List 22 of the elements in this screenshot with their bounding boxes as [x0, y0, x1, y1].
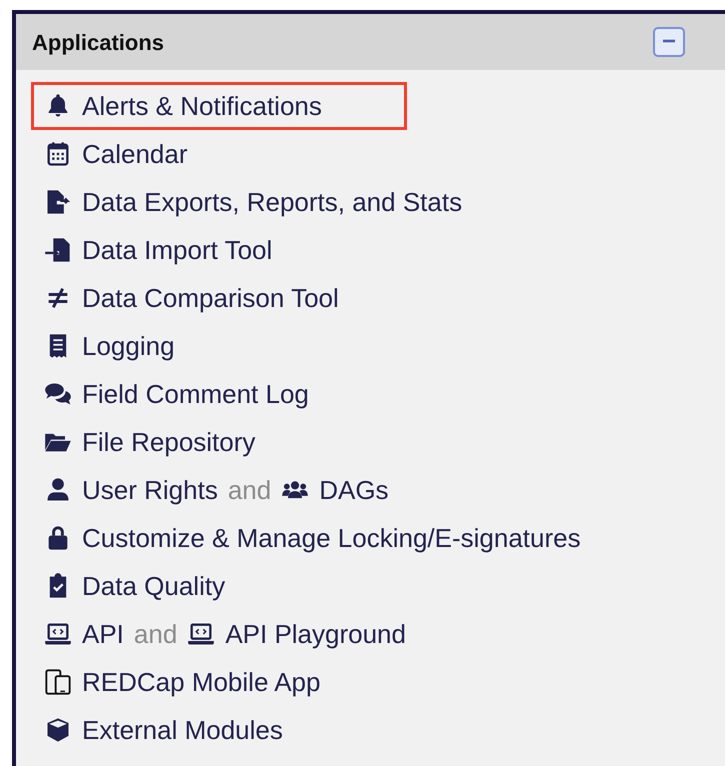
- application-link[interactable]: Logging: [82, 326, 175, 366]
- application-link[interactable]: External Modules: [82, 710, 283, 750]
- devices-icon: [44, 668, 72, 696]
- application-link[interactable]: File Repository: [82, 422, 256, 462]
- application-link[interactable]: User Rights: [82, 470, 218, 510]
- application-link[interactable]: Data Exports, Reports, and Stats: [82, 182, 462, 222]
- conjunction-text: and: [228, 474, 272, 506]
- application-link[interactable]: API Playground: [225, 614, 406, 654]
- application-link[interactable]: API: [82, 614, 124, 654]
- file-import-icon: [44, 236, 72, 264]
- application-link[interactable]: REDCap Mobile App: [82, 662, 320, 702]
- application-link[interactable]: Customize & Manage Locking/E-signatures: [82, 518, 581, 558]
- application-link[interactable]: DAGs: [319, 470, 389, 510]
- application-link[interactable]: Alerts & Notifications: [82, 86, 322, 126]
- conjunction-text: and: [134, 618, 178, 650]
- application-link[interactable]: Calendar: [82, 134, 188, 174]
- panel-title: Applications: [32, 28, 164, 57]
- collapse-button[interactable]: −: [653, 27, 685, 57]
- application-link[interactable]: Data Quality: [82, 566, 226, 606]
- application-link[interactable]: Field Comment Log: [82, 374, 309, 414]
- application-link[interactable]: Data Comparison Tool: [82, 278, 339, 318]
- application-link[interactable]: Data Import Tool: [82, 230, 272, 270]
